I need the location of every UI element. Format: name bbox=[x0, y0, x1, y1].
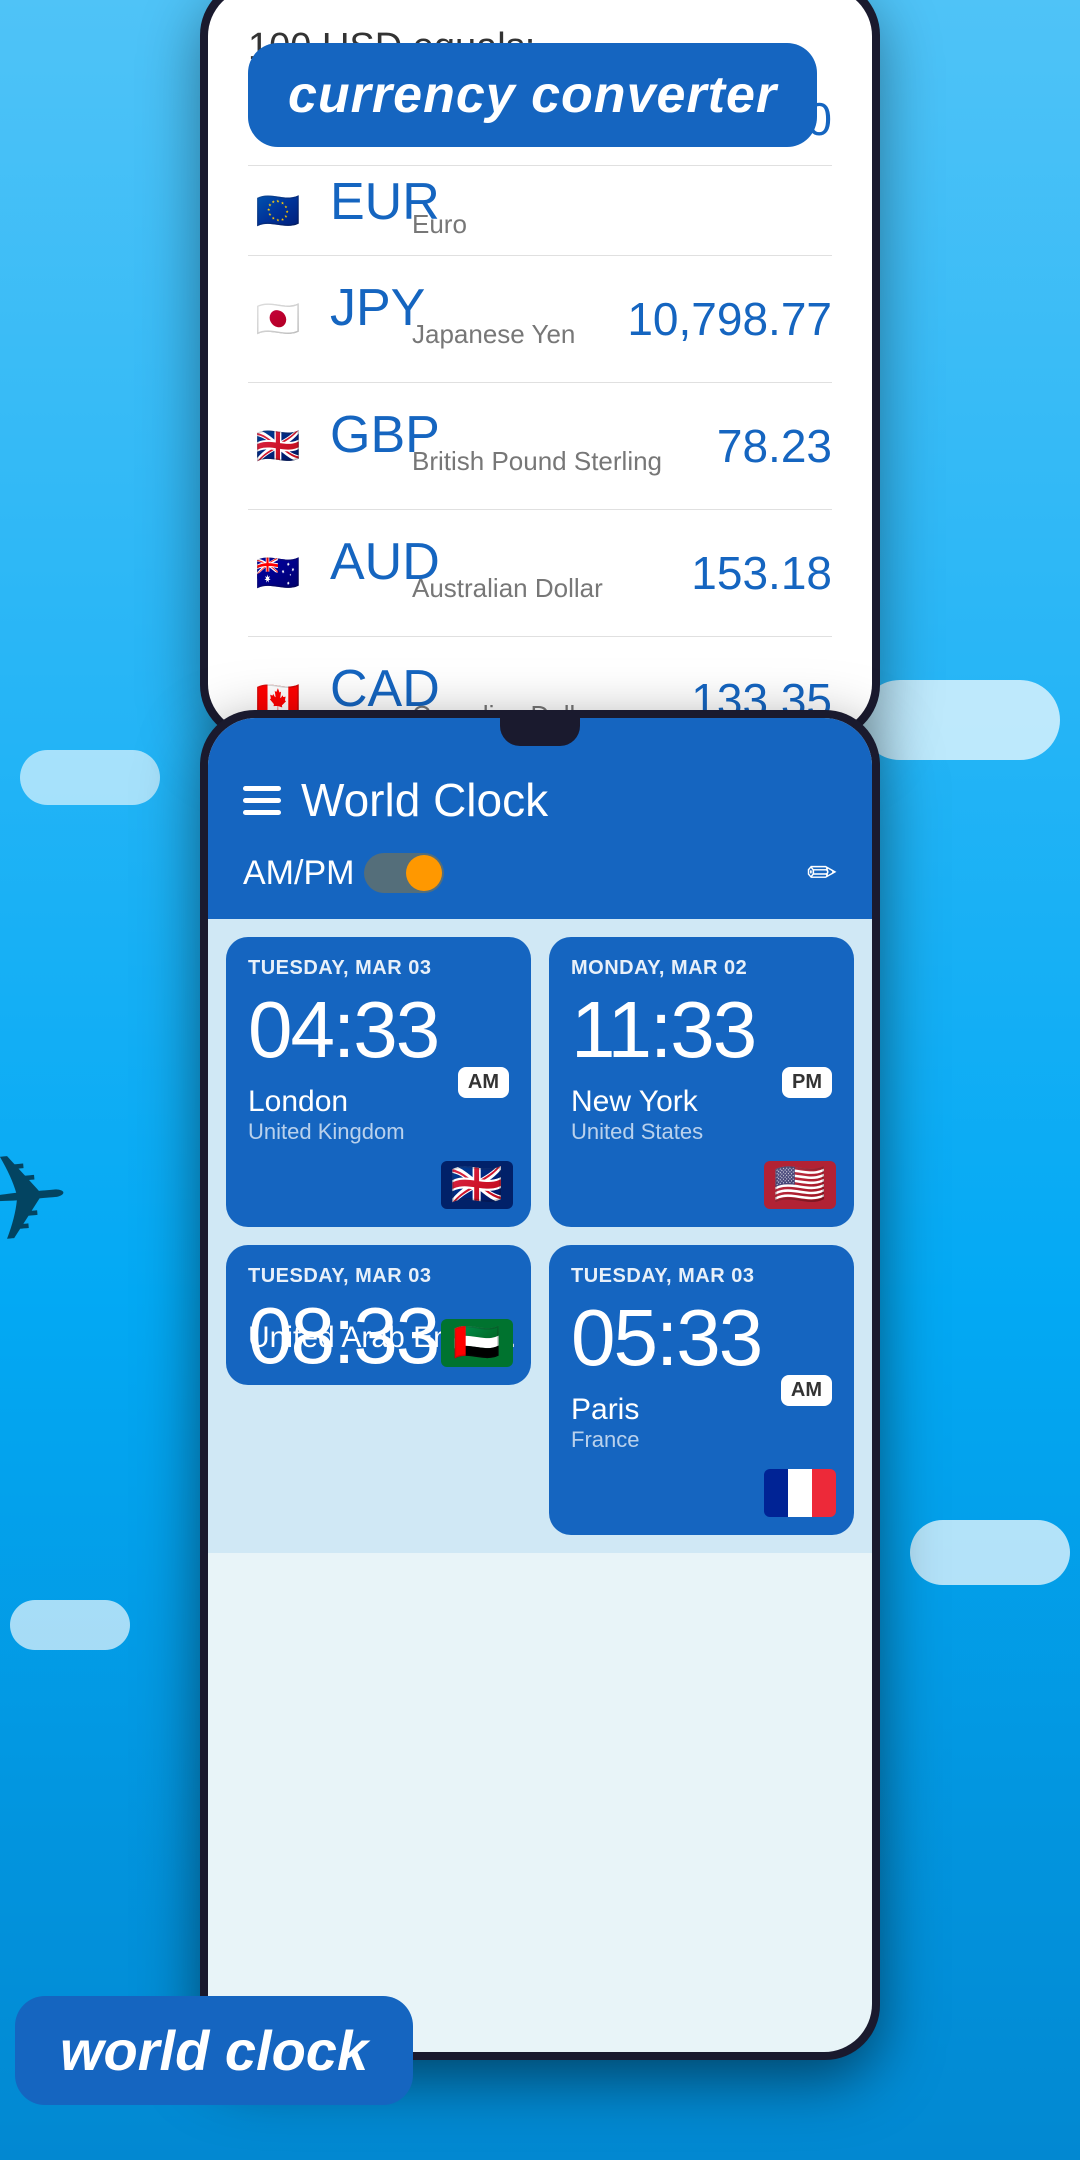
ampm-toggle-switch[interactable] bbox=[364, 853, 444, 893]
clock-card-london[interactable]: TUESDAY, MAR 03 04:33 AM London United K… bbox=[226, 937, 531, 1227]
us-flag-icon bbox=[764, 1161, 836, 1209]
edit-icon[interactable]: ✏ bbox=[807, 852, 837, 894]
clock-date: TUESDAY, MAR 03 bbox=[571, 1265, 832, 1288]
table-row: 🇯🇵 JPY Japanese Yen 10,798.77 bbox=[248, 256, 832, 383]
currency-name: Euro bbox=[412, 209, 467, 240]
table-row: 🇬🇧 GBP British Pound Sterling 78.23 bbox=[248, 383, 832, 510]
ampm-label: AM/PM bbox=[243, 854, 354, 893]
clock-flag-uk bbox=[441, 1161, 513, 1209]
hamburger-menu-button[interactable] bbox=[243, 786, 281, 815]
clock-date: TUESDAY, MAR 03 bbox=[248, 957, 509, 980]
uk-flag-icon bbox=[441, 1161, 513, 1209]
currency-value: 10,798.77 bbox=[627, 292, 832, 346]
jpy-flag: 🇯🇵 bbox=[248, 289, 308, 349]
world-clock-screen: World Clock AM/PM ✏ TUESDAY, MAR 03 04:3… bbox=[208, 718, 872, 2052]
world-clock-banner-text: world clock bbox=[60, 2019, 368, 2082]
clock-card-paris[interactable]: TUESDAY, MAR 03 05:33 AM Paris France bbox=[549, 1245, 854, 1535]
world-clock-phone: World Clock AM/PM ✏ TUESDAY, MAR 03 04:3… bbox=[200, 710, 880, 2060]
table-row: 🇦🇺 AUD Australian Dollar 153.18 bbox=[248, 510, 832, 637]
aud-flag: 🇦🇺 bbox=[248, 543, 308, 603]
clock-date: MONDAY, MAR 02 bbox=[571, 957, 832, 980]
toggle-knob bbox=[406, 855, 442, 891]
ampm-toggle-container: AM/PM bbox=[243, 853, 444, 893]
currency-value: 153.18 bbox=[691, 546, 832, 600]
currency-converter-phone: currency converter 100 USD equals: 🇺🇸 US… bbox=[200, 0, 880, 740]
clock-card-newyork[interactable]: MONDAY, MAR 02 11:33 PM New York United … bbox=[549, 937, 854, 1227]
gbp-flag: 🇬🇧 bbox=[248, 416, 308, 476]
clock-country: United States bbox=[571, 1119, 832, 1145]
world-clock-banner: world clock bbox=[15, 1996, 413, 2105]
currency-name: British Pound Sterling bbox=[412, 446, 662, 477]
clock-flag-us bbox=[764, 1161, 836, 1209]
clock-country: United Kingdom bbox=[248, 1119, 509, 1145]
clock-time: 04:33 bbox=[248, 990, 509, 1070]
france-flag-icon bbox=[764, 1469, 836, 1517]
clock-card-uae[interactable]: TUESDAY, MAR 03 08:33 United Arab Emira.… bbox=[226, 1245, 531, 1385]
clock-ampm: PM bbox=[782, 1067, 832, 1098]
clock-grid: TUESDAY, MAR 03 04:33 AM London United K… bbox=[208, 919, 872, 1553]
table-row: 🇪🇺 EUR Euro bbox=[248, 166, 832, 256]
currency-name: Japanese Yen bbox=[412, 319, 575, 350]
ampm-toggle-row: AM/PM ✏ bbox=[208, 852, 872, 919]
clock-country: France bbox=[571, 1427, 832, 1453]
hamburger-line bbox=[243, 810, 281, 815]
clock-date: TUESDAY, MAR 03 bbox=[248, 1265, 509, 1288]
clock-time: 05:33 bbox=[571, 1298, 832, 1378]
world-clock-title: World Clock bbox=[301, 773, 837, 827]
currency-name: Australian Dollar bbox=[412, 573, 603, 604]
currency-screen: currency converter 100 USD equals: 🇺🇸 US… bbox=[208, 0, 872, 732]
clock-time: 11:33 bbox=[571, 990, 832, 1070]
phone-notch bbox=[500, 718, 580, 746]
currency-code: EUR bbox=[330, 172, 832, 232]
hamburger-line bbox=[243, 786, 281, 791]
hamburger-line bbox=[243, 798, 281, 803]
currency-value: 78.23 bbox=[717, 419, 832, 473]
eur-flag: 🇪🇺 bbox=[248, 181, 308, 241]
clock-ampm: AM bbox=[458, 1067, 509, 1098]
currency-banner-text: currency converter bbox=[288, 66, 777, 124]
currency-banner: currency converter bbox=[248, 43, 817, 147]
clock-flag-uae: 🇦🇪 bbox=[441, 1319, 513, 1367]
clock-ampm: AM bbox=[781, 1375, 832, 1406]
clock-flag-france bbox=[764, 1469, 836, 1517]
airplane-decoration: ✈ bbox=[0, 1126, 76, 1273]
